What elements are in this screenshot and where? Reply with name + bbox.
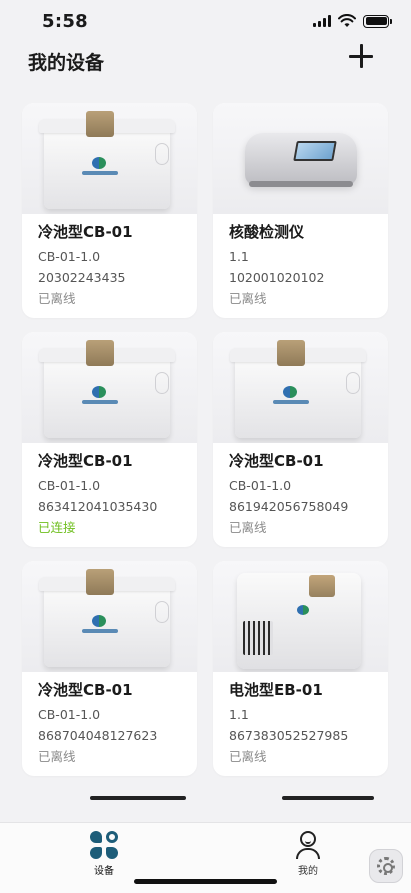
device-model: CB-01-1.0 [38,249,101,264]
device-status: 已离线 [229,520,267,535]
tab-mine[interactable]: 我的 [278,831,338,877]
cold-box-image [22,332,197,443]
device-serial: 868704048127623 [38,728,158,743]
status-time: 5:58 [42,11,88,32]
device-serial: 20302243435 [38,270,126,285]
device-status: 已离线 [38,749,76,764]
tab-mine-label: 我的 [298,866,318,877]
person-icon [294,831,322,859]
device-card[interactable]: 核酸检测仪 1.1 102001020102 已离线 [213,103,388,318]
gear-icon [377,857,395,875]
battery-box-image [213,561,388,672]
wifi-icon [338,14,356,27]
device-grid: 冷池型CB-01 CB-01-1.0 20302243435 已离线 核酸检测仪… [22,103,388,776]
device-serial: 102001020102 [229,270,325,285]
device-model: 1.1 [229,249,249,264]
device-model: 1.1 [229,707,249,722]
signal-icon [313,15,331,27]
analyzer-image [213,103,388,214]
device-card[interactable]: 冷池型CB-01 CB-01-1.0 861942056758049 已离线 [213,332,388,547]
header: 我的设备 [0,44,411,94]
device-model: CB-01-1.0 [38,707,101,722]
tab-devices[interactable]: 设备 [74,831,134,877]
device-name: 电池型EB-01 [229,681,323,699]
device-model: CB-01-1.0 [229,478,292,493]
device-name: 冷池型CB-01 [38,452,133,470]
cold-box-image [213,332,388,443]
page-title: 我的设备 [28,52,105,74]
settings-button[interactable] [369,849,403,883]
add-device-button[interactable] [349,44,375,70]
device-model: CB-01-1.0 [38,478,101,493]
device-card[interactable]: 冷池型CB-01 CB-01-1.0 863412041035430 已连接 [22,332,197,547]
peek-device-top [90,796,186,800]
status-icons [313,14,392,28]
device-serial: 863412041035430 [38,499,158,514]
device-status: 已离线 [229,291,267,306]
device-serial: 867383052527985 [229,728,349,743]
battery-icon [363,14,392,28]
device-name: 核酸检测仪 [229,223,305,241]
cold-box-image [22,561,197,672]
device-card[interactable]: 电池型EB-01 1.1 867383052527985 已离线 [213,561,388,776]
device-name: 冷池型CB-01 [229,452,324,470]
grid-icon [90,831,118,859]
device-status: 已离线 [229,749,267,764]
peek-device-top [282,796,374,800]
device-name: 冷池型CB-01 [38,681,133,699]
device-card[interactable]: 冷池型CB-01 CB-01-1.0 20302243435 已离线 [22,103,197,318]
device-name: 冷池型CB-01 [38,223,133,241]
device-serial: 861942056758049 [229,499,349,514]
device-card[interactable]: 冷池型CB-01 CB-01-1.0 868704048127623 已离线 [22,561,197,776]
device-status: 已离线 [38,291,76,306]
device-status: 已连接 [38,520,76,535]
tab-devices-label: 设备 [94,866,114,877]
home-indicator [134,879,277,884]
status-bar: 5:58 [0,0,411,44]
cold-box-image [22,103,197,214]
